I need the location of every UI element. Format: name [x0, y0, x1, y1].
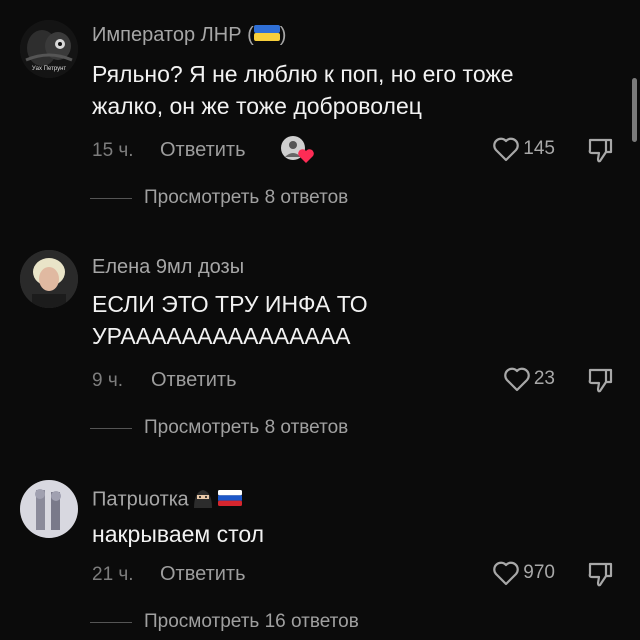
thumbs-down-icon [588, 138, 613, 163]
comment-text: ЕСЛИ ЭТО ТРУ ИНФА ТО УРААААААААААААААА [92, 291, 368, 349]
view-replies-button[interactable]: Просмотреть 16 ответов [90, 611, 359, 633]
like-button[interactable]: 23 [503, 366, 555, 392]
ninja-icon [191, 486, 215, 514]
thumbs-down-icon [588, 562, 613, 587]
avatar[interactable]: Уах Петрунт [20, 20, 78, 78]
thumbs-down-icon [588, 368, 613, 393]
heart-outline-icon [493, 561, 520, 586]
comment-time: 15 ч. [92, 140, 134, 161]
reply-button[interactable]: Ответить [160, 563, 246, 586]
username[interactable]: Елена 9мл дозы [92, 256, 244, 279]
divider-line [90, 621, 132, 623]
dislike-button[interactable] [586, 136, 614, 169]
like-count: 970 [523, 562, 555, 583]
view-replies-button[interactable]: Просмотреть 8 ответов [90, 187, 348, 209]
like-button[interactable]: 970 [492, 560, 555, 586]
comment-time: 9 ч. [92, 370, 124, 391]
comment-item: Елена 9мл дозы ЕСЛИ ЭТО ТРУ ИНФА ТО УРАА… [0, 250, 640, 450]
like-count: 145 [523, 138, 555, 159]
like-button[interactable]: 145 [492, 136, 555, 162]
russia-flag-icon [217, 489, 242, 512]
comment-item: Пaтpuоткa накрываем стол 21 ч. Ответить … [0, 480, 640, 640]
avatar[interactable] [20, 480, 78, 538]
dislike-button[interactable] [586, 560, 614, 593]
heart-outline-icon [493, 137, 520, 162]
view-replies-button[interactable]: Просмотреть 8 ответов [90, 417, 348, 439]
comment-text: накрываем стол [92, 521, 265, 547]
reply-button[interactable]: Ответить [151, 369, 237, 392]
dislike-button[interactable] [586, 366, 614, 399]
reply-button[interactable]: Ответить [160, 139, 246, 162]
avatar[interactable] [20, 250, 78, 308]
ukraine-flag-icon [253, 24, 280, 47]
comment-text: Ряльно? Я не люблю к поп, но его тоже жа… [92, 61, 514, 119]
like-count: 23 [533, 368, 555, 389]
divider-line [90, 427, 132, 429]
heart-outline-icon [504, 367, 530, 392]
avatar-caption: Уах Петрунт [31, 66, 67, 72]
scrollbar[interactable] [632, 78, 637, 142]
comment-item: Уах Петрунт Император ЛНР () Ряльно? Я н… [0, 18, 640, 218]
divider-line [90, 197, 132, 199]
username[interactable]: Император ЛНР () [92, 24, 286, 47]
username[interactable]: Пaтpuоткa [92, 486, 242, 514]
creator-liked-icon [280, 135, 314, 165]
comment-time: 21 ч. [92, 564, 134, 585]
